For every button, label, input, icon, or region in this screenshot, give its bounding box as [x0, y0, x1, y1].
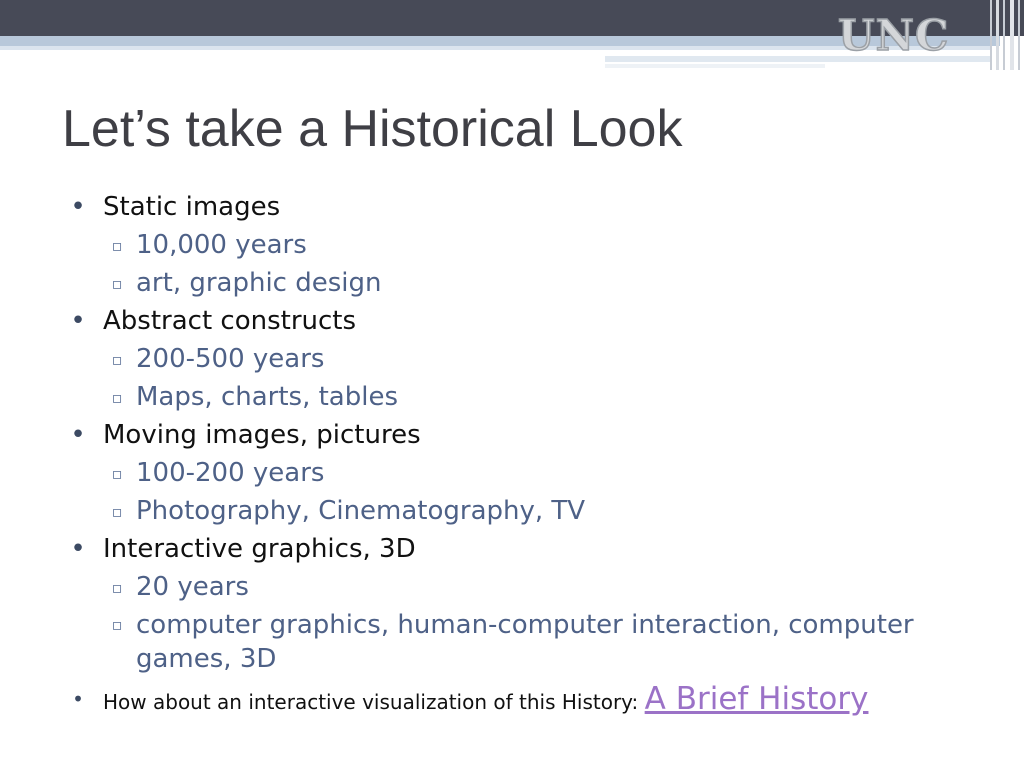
decorative-bar — [990, 0, 992, 70]
bullet-text: Moving images, pictures — [103, 420, 421, 450]
sub-bullet-icon: ▫ — [111, 578, 123, 597]
sub-bullet-text: 20 years — [136, 572, 249, 602]
sub-bullet-icon: ▫ — [111, 274, 123, 293]
bullet-icon: • — [72, 687, 84, 711]
sub-bullet-icon: ▫ — [111, 236, 123, 255]
sub-bullet-item: ▫ 20 years — [70, 570, 990, 605]
bullet-icon: • — [70, 420, 86, 450]
unc-logo: UNC — [837, 11, 950, 61]
bullet-icon: • — [70, 306, 86, 336]
bullet-item: • Moving images, pictures — [70, 418, 990, 453]
sub-bullet-item: ▫ Maps, charts, tables — [70, 380, 990, 415]
bullet-item-final: • How about an interactive visualization… — [70, 682, 990, 720]
sub-bullet-item: ▫ 100-200 years — [70, 456, 990, 491]
bullet-item: • Interactive graphics, 3D — [70, 532, 990, 567]
decorative-bar — [996, 0, 999, 70]
bullet-text: How about an interactive visualization o… — [103, 690, 645, 714]
bullet-icon: • — [70, 192, 86, 222]
sub-bullet-text: 100-200 years — [136, 458, 325, 488]
sub-bullet-icon: ▫ — [111, 502, 123, 521]
sub-bullet-text: computer graphics, human-computer intera… — [136, 610, 914, 674]
sub-bullet-icon: ▫ — [111, 350, 123, 369]
slide-title: Let’s take a Historical Look — [62, 100, 683, 158]
bullet-list: • Static images ▫ 10,000 years ▫ art, gr… — [70, 190, 990, 723]
sub-bullet-item: ▫ art, graphic design — [70, 266, 990, 301]
sub-bullet-text: Maps, charts, tables — [136, 382, 399, 412]
sub-bullet-text: art, graphic design — [136, 268, 382, 298]
bullet-item: • Abstract constructs — [70, 304, 990, 339]
decorative-bar — [1003, 0, 1005, 70]
slide: UNC Let’s take a Historical Look • Stati… — [0, 0, 1024, 768]
sub-bullet-icon: ▫ — [111, 388, 123, 407]
sub-bullet-item: ▫ Photography, Cinematography, TV — [70, 494, 990, 529]
sub-bullet-item: ▫ 200-500 years — [70, 342, 990, 377]
bullet-text: Static images — [103, 192, 281, 222]
bullet-icon: • — [70, 534, 86, 564]
decorative-bar — [1018, 0, 1020, 70]
sub-bullet-item: ▫ computer graphics, human-computer inte… — [70, 608, 990, 676]
bullet-text: Interactive graphics, 3D — [103, 534, 416, 564]
header-stripe-right-thin — [605, 64, 825, 68]
decorative-bar — [1010, 0, 1014, 70]
sub-bullet-icon: ▫ — [111, 464, 123, 483]
bullet-item: • Static images — [70, 190, 990, 225]
sub-bullet-text: 10,000 years — [136, 230, 307, 260]
brief-history-link[interactable]: A Brief History — [645, 681, 869, 717]
sub-bullet-icon: ▫ — [111, 615, 123, 634]
bullet-text: Abstract constructs — [103, 306, 357, 336]
sub-bullet-text: 200-500 years — [136, 344, 325, 374]
sub-bullet-text: Photography, Cinematography, TV — [136, 496, 586, 526]
sub-bullet-item: ▫ 10,000 years — [70, 228, 990, 263]
